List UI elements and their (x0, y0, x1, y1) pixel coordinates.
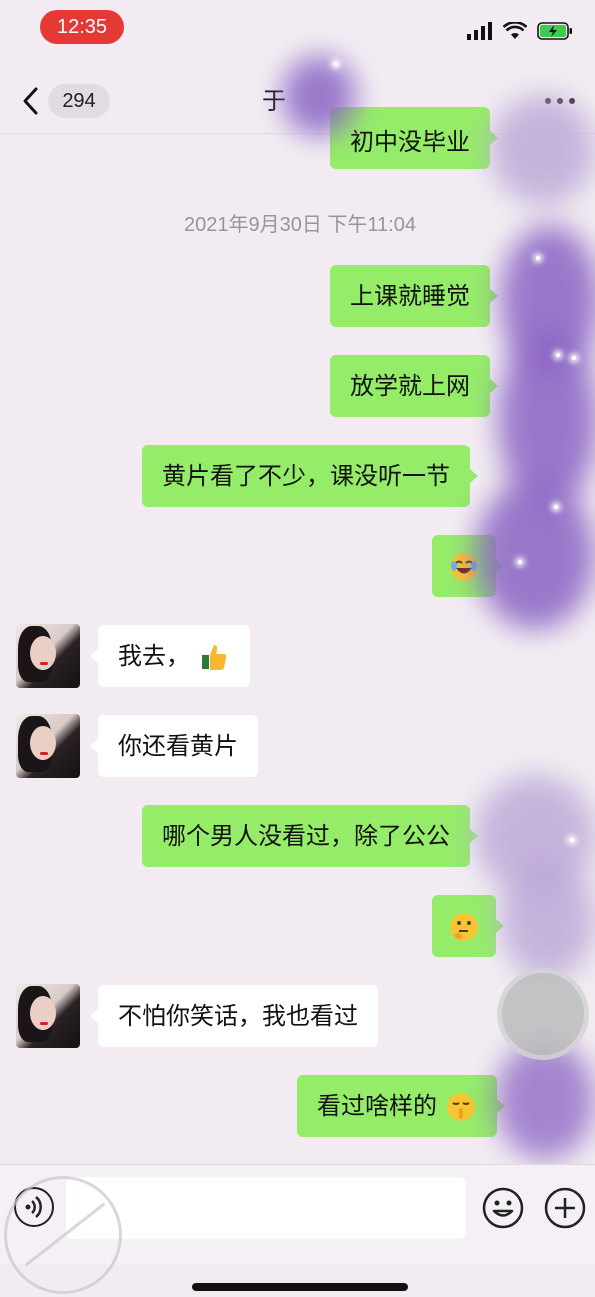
message-incoming[interactable]: 我去， (90, 625, 250, 687)
message-outgoing[interactable]: 放学就上网 (330, 355, 498, 417)
message-text: 不怕你笑话，我也看过 (118, 1002, 358, 1030)
back-chevron-icon[interactable] (20, 86, 42, 116)
status-time: 12:35 (40, 10, 124, 44)
battery-charging-icon (537, 22, 572, 40)
message-text: 你还看黄片 (118, 732, 238, 760)
status-bar: 12:35 (0, 0, 595, 56)
wifi-icon (503, 22, 527, 39)
thinking-face-icon (450, 913, 478, 941)
avatar[interactable] (16, 624, 80, 688)
message-input[interactable] (66, 1177, 466, 1239)
message-outgoing-partial[interactable]: 初中没毕业 (330, 107, 498, 169)
emoji-picker-icon[interactable] (482, 1187, 524, 1229)
message-text: 我去， (118, 642, 190, 670)
more-actions-plus-icon[interactable] (544, 1187, 586, 1229)
message-text: 哪个男人没看过，除了公公 (162, 822, 450, 850)
message-outgoing[interactable]: 上课就睡觉 (330, 265, 498, 327)
shushing-face-icon (446, 1093, 475, 1121)
floating-assistive-button[interactable] (497, 968, 589, 1060)
message-outgoing[interactable]: 黄片看了不少，课没听一节 (142, 445, 478, 507)
message-text: 上课就睡觉 (350, 282, 470, 310)
avatar[interactable] (16, 984, 80, 1048)
message-text: 初中没毕业 (350, 128, 470, 156)
status-icons (467, 20, 573, 42)
message-timestamp: 2021年9月30日 下午11:04 (184, 214, 416, 236)
message-incoming[interactable]: 不怕你笑话，我也看过 (90, 985, 378, 1047)
unread-count-badge[interactable]: 294 (48, 84, 110, 118)
home-indicator[interactable] (192, 1283, 408, 1291)
message-text: 放学就上网 (350, 372, 470, 400)
watermark-logo (4, 1176, 122, 1294)
message-text: 黄片看了不少，课没听一节 (162, 462, 450, 490)
message-outgoing[interactable]: 看过啥样的 (297, 1075, 505, 1137)
message-text: 看过啥样的 (317, 1092, 437, 1120)
message-outgoing-emoji[interactable] (432, 895, 504, 957)
message-incoming[interactable]: 你还看黄片 (90, 715, 258, 777)
signal-icon (467, 22, 492, 40)
avatar[interactable] (16, 714, 80, 778)
message-outgoing[interactable]: 哪个男人没看过，除了公公 (142, 805, 478, 867)
thumbs-up-icon (201, 645, 226, 670)
